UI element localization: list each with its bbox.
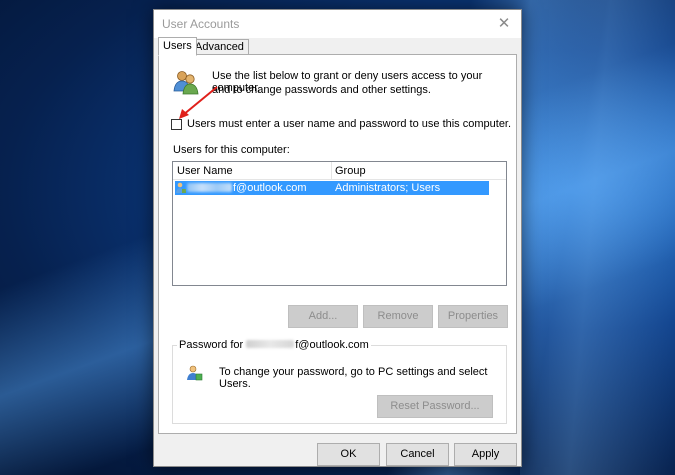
properties-button[interactable]: Properties	[438, 305, 508, 328]
list-header: User Name Group	[173, 162, 506, 180]
password-group-title: Password for f@outlook.com	[177, 339, 371, 351]
password-message: To change your password, go to PC settin…	[219, 366, 488, 390]
column-separator[interactable]	[331, 162, 332, 179]
ok-button[interactable]: OK	[317, 443, 380, 466]
column-header-group[interactable]: Group	[335, 165, 366, 177]
user-name-cell: f@outlook.com	[187, 182, 307, 194]
intro-text-line-2: and to change passwords and other settin…	[212, 84, 431, 96]
tab-users[interactable]: Users	[158, 37, 197, 56]
group-cell: Administrators; Users	[335, 182, 441, 194]
tab-advanced[interactable]: Advanced	[190, 39, 249, 55]
password-group: Password for f@outlook.com To change you…	[172, 339, 507, 424]
redacted-username	[187, 183, 232, 192]
require-login-checkbox[interactable]	[171, 119, 182, 130]
require-login-label[interactable]: Users must enter a user name and passwor…	[187, 118, 511, 130]
redacted-username	[246, 340, 295, 348]
title-bar[interactable]: User Accounts ✕	[154, 10, 521, 38]
wallpaper-light-beam	[520, 0, 675, 475]
users-list-label: Users for this computer:	[173, 144, 290, 156]
apply-button[interactable]: Apply	[454, 443, 517, 466]
user-accounts-dialog: User Accounts ✕ Users Advanced Use the l…	[153, 9, 522, 467]
users-tab-panel: Use the list below to grant or deny user…	[158, 54, 517, 434]
table-row[interactable]: f@outlook.com Administrators; Users	[175, 181, 489, 195]
red-arrow-annotation	[179, 86, 218, 119]
close-icon[interactable]: ✕	[493, 13, 515, 35]
reset-password-button[interactable]: Reset Password...	[377, 395, 493, 418]
cancel-button[interactable]: Cancel	[386, 443, 449, 466]
remove-user-button[interactable]: Remove	[363, 305, 433, 328]
password-user-icon	[187, 365, 203, 381]
add-user-button[interactable]: Add...	[288, 305, 358, 328]
column-header-user-name[interactable]: User Name	[177, 165, 233, 177]
users-listview[interactable]: User Name Group f@outlook.com Administra…	[172, 161, 507, 286]
window-title: User Accounts	[162, 17, 240, 31]
user-row-icon	[176, 182, 186, 193]
